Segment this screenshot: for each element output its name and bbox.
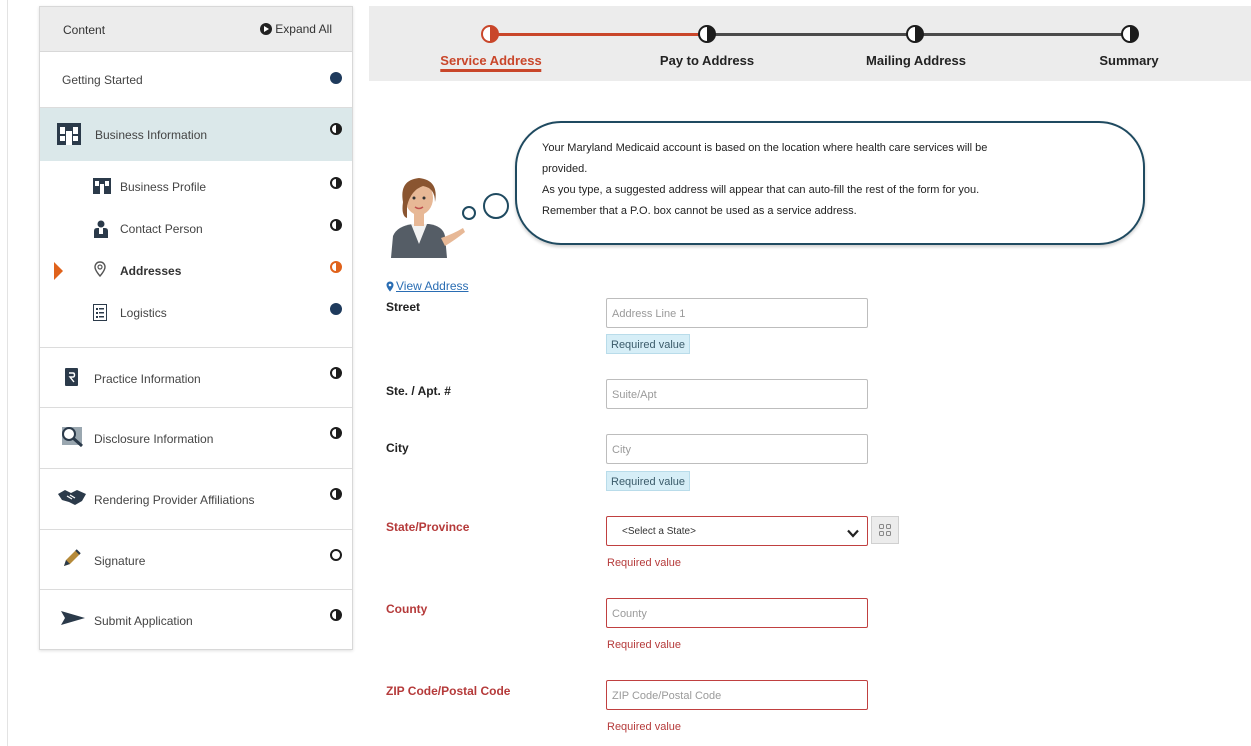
step-service-address[interactable]: Service Address [440, 53, 542, 72]
thought-bubble-dot [483, 193, 509, 219]
step-connector [497, 33, 707, 36]
thought-bubble-dot [462, 206, 476, 220]
sidebar-subitem-label: Addresses [120, 264, 182, 278]
sidebar-subitem-label: Logistics [120, 306, 167, 320]
county-label: County [386, 602, 428, 616]
sidebar-item-label: Rendering Provider Affiliations [94, 493, 255, 507]
city-required-badge: Required value [606, 471, 690, 491]
county-placeholder: County [612, 608, 647, 620]
grid-icon [879, 524, 891, 536]
step-service-address-indicator-icon [481, 25, 499, 43]
chevron-down-icon [847, 527, 859, 541]
status-partial-icon [330, 488, 342, 500]
sidebar-item-label: Practice Information [94, 372, 201, 386]
disclosure-magnifier-icon [60, 425, 84, 450]
handshake-icon [58, 488, 86, 509]
map-pin-icon [94, 261, 106, 280]
clipboard-icon [93, 304, 107, 324]
sidebar-subitem-logistics[interactable]: Logistics [40, 291, 352, 333]
help-text-line: Your Maryland Medicaid account is based … [542, 142, 988, 154]
sidebar-item-business-information[interactable]: Business Information [40, 108, 352, 161]
sidebar-item-submit-application[interactable]: Submit Application [40, 590, 352, 649]
pen-icon [62, 548, 82, 571]
sidebar-item-label: Disclosure Information [94, 432, 214, 446]
sidebar-item-label: Signature [94, 554, 146, 568]
expand-all-label: Expand All [275, 22, 332, 36]
help-text-line: provided. [542, 163, 588, 175]
current-step-arrow-icon [54, 262, 63, 280]
status-complete-icon [330, 303, 342, 315]
sidebar-subitem-label: Business Profile [120, 180, 207, 194]
sidebar-item-label: Submit Application [94, 614, 193, 628]
state-required-text: Required value [607, 557, 681, 569]
sidebar-subitem-label: Contact Person [120, 222, 203, 236]
step-mailing-address-indicator-icon [906, 25, 924, 43]
city-input[interactable]: City [606, 434, 868, 464]
status-partial-icon [330, 367, 342, 379]
send-icon [61, 611, 85, 628]
state-selected-value: <Select a State> [622, 526, 696, 537]
help-text-line: As you type, a suggested address will ap… [542, 184, 980, 196]
suite-input[interactable]: Suite/Apt [606, 379, 868, 409]
view-address-label: View Address [396, 279, 469, 293]
step-summary-indicator-icon [1121, 25, 1139, 43]
zip-required-text: Required value [607, 721, 681, 733]
street-label: Street [386, 300, 421, 314]
help-text-line: Remember that a P.O. box cannot be used … [542, 205, 857, 217]
status-partial-icon [330, 427, 342, 439]
state-select[interactable]: <Select a State> [606, 516, 868, 546]
sidebar-subitem-contact-person[interactable]: Contact Person [40, 207, 352, 249]
sidebar-item-practice-information[interactable]: Practice Information [40, 348, 352, 408]
step-mailing-address[interactable]: Mailing Address [866, 53, 966, 68]
suite-label: Ste. / Apt. # [386, 384, 451, 398]
step-summary[interactable]: Summary [1099, 53, 1158, 68]
sidebar-item-label: Getting Started [62, 73, 143, 87]
help-bubble: Your Maryland Medicaid account is based … [515, 121, 1145, 245]
street-required-badge: Required value [606, 334, 690, 354]
assistant-avatar [383, 172, 467, 261]
sidebar-item-getting-started[interactable]: Getting Started [40, 52, 352, 108]
sidebar-item-rendering-provider-affiliations[interactable]: Rendering Provider Affiliations [40, 469, 352, 530]
view-address-link[interactable]: View Address [386, 279, 469, 293]
address-stepper: Service Address Pay to Address Mailing A… [369, 6, 1251, 81]
sidebar-header: Content Expand All [40, 7, 352, 52]
person-icon [93, 220, 109, 241]
expand-icon [260, 23, 273, 35]
status-partial-icon [330, 609, 342, 621]
building-icon [93, 178, 111, 197]
sidebar-item-label: Business Information [95, 128, 208, 142]
zip-label: ZIP Code/Postal Code [386, 684, 511, 698]
status-partial-icon [330, 123, 342, 135]
status-not-started-icon [330, 549, 342, 561]
step-pay-to-address[interactable]: Pay to Address [660, 53, 754, 68]
step-pay-to-address-indicator-icon [698, 25, 716, 43]
map-pin-icon [386, 281, 394, 291]
county-input[interactable]: County [606, 598, 868, 628]
expand-all-button[interactable]: Expand All [260, 22, 332, 36]
state-grid-button[interactable] [871, 516, 899, 544]
page-left-divider [7, 0, 8, 746]
content-sidebar: Content Expand All Getting Started Busin… [39, 6, 353, 650]
sidebar-item-signature[interactable]: Signature [40, 530, 352, 590]
sidebar-title: Content [63, 23, 106, 37]
city-label: City [386, 441, 409, 455]
street-placeholder: Address Line 1 [612, 308, 686, 320]
zip-input[interactable]: ZIP Code/Postal Code [606, 680, 868, 710]
medical-document-icon [65, 368, 78, 389]
building-icon [57, 123, 81, 148]
street-input[interactable]: Address Line 1 [606, 298, 868, 328]
status-in-progress-icon [330, 261, 342, 273]
suite-placeholder: Suite/Apt [612, 389, 657, 401]
sidebar-subitem-business-profile[interactable]: Business Profile [40, 165, 352, 207]
sidebar-subitem-addresses[interactable]: Addresses [40, 249, 352, 291]
status-partial-icon [330, 177, 342, 189]
state-label: State/Province [386, 520, 470, 534]
zip-placeholder: ZIP Code/Postal Code [612, 690, 722, 702]
status-partial-icon [330, 219, 342, 231]
status-complete-icon [330, 72, 342, 84]
sidebar-item-disclosure-information[interactable]: Disclosure Information [40, 408, 352, 469]
city-placeholder: City [612, 444, 631, 456]
county-required-text: Required value [607, 639, 681, 651]
